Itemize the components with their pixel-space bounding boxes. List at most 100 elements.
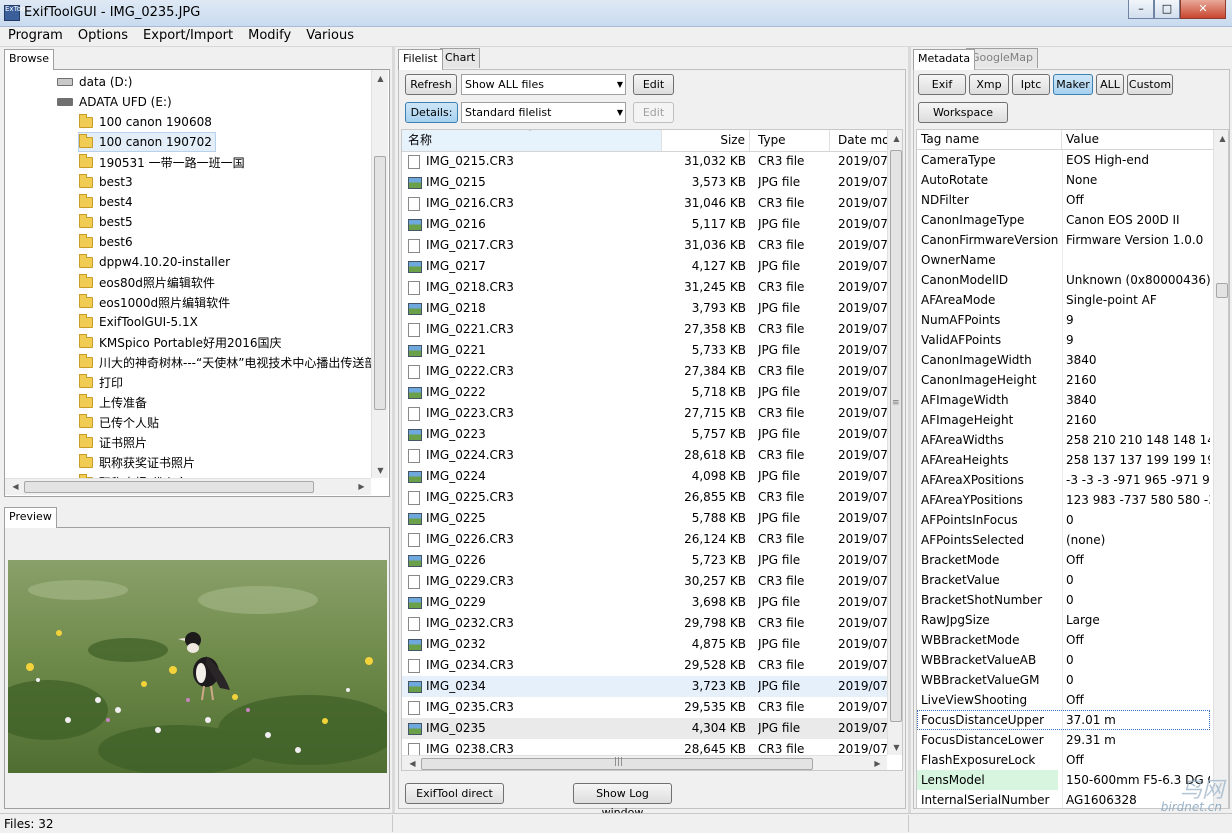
filelist-vertical-scrollbar[interactable]: ▲ ≡ ▼ bbox=[887, 130, 902, 755]
metadata-row[interactable]: FocusDistanceUpper 37.01 m bbox=[917, 710, 1210, 730]
show-log-window-button[interactable]: Show Log window bbox=[573, 783, 672, 819]
scroll-right-icon[interactable]: ▶ bbox=[353, 482, 370, 491]
maximize-button[interactable]: □ bbox=[1154, 0, 1180, 19]
tree-folder-item[interactable]: best4 bbox=[79, 192, 133, 212]
file-row[interactable]: IMG_0224.CR3 28,618 KB CR3 file 2019/07/ bbox=[402, 445, 887, 466]
scroll-down-icon[interactable]: ▼ bbox=[372, 466, 389, 475]
metadata-row[interactable]: AutoRotate None bbox=[917, 170, 1210, 190]
maker-button[interactable]: Maker bbox=[1053, 74, 1093, 95]
exiftool-direct-button[interactable]: ExifTool direct bbox=[405, 783, 504, 804]
scroll-thumb-horizontal[interactable] bbox=[24, 481, 314, 493]
browse-vertical-scrollbar[interactable]: ▲ ▼ bbox=[371, 70, 388, 478]
menu-export-import[interactable]: Export/Import bbox=[135, 27, 240, 46]
refresh-button[interactable]: Refresh bbox=[405, 74, 457, 95]
xmp-button[interactable]: Xmp bbox=[969, 74, 1009, 95]
workspace-button[interactable]: Workspace bbox=[918, 102, 1008, 123]
browse-horizontal-scrollbar[interactable]: ◀ ▶ bbox=[5, 478, 371, 495]
scroll-thumb[interactable] bbox=[374, 156, 386, 410]
metadata-row[interactable]: FlashExposureLock Off bbox=[917, 750, 1210, 770]
tree-folder-item[interactable]: 已传个人贴 bbox=[79, 412, 159, 432]
scroll-left-icon[interactable]: ◀ bbox=[7, 482, 24, 491]
tab-preview[interactable]: Preview bbox=[4, 507, 57, 528]
metadata-row[interactable]: NDFilter Off bbox=[917, 190, 1210, 210]
file-row[interactable]: IMG_0215.CR3 31,032 KB CR3 file 2019/07/ bbox=[402, 152, 887, 172]
splitter-left[interactable] bbox=[392, 47, 395, 813]
file-row[interactable]: IMG_0222.CR3 27,384 KB CR3 file 2019/07/ bbox=[402, 361, 887, 382]
file-row[interactable]: IMG_0218 3,793 KB JPG file 2019/07/ bbox=[402, 298, 887, 319]
metadata-row[interactable]: BracketShotNumber 0 bbox=[917, 590, 1210, 610]
close-button[interactable]: ✕ bbox=[1180, 0, 1226, 19]
column-tag-name[interactable]: Tag name bbox=[917, 130, 1062, 149]
filelist-horizontal-scrollbar[interactable]: ◀ ||| ▶ bbox=[402, 755, 887, 770]
tree-folder-item[interactable]: 打印 bbox=[79, 372, 123, 392]
tab-browse[interactable]: Browse bbox=[4, 49, 55, 70]
tab-filelist[interactable]: Filelist bbox=[398, 49, 443, 70]
scroll-up-icon[interactable]: ▲ bbox=[888, 134, 902, 143]
file-row[interactable]: IMG_0234.CR3 29,528 KB CR3 file 2019/07/ bbox=[402, 655, 887, 676]
file-row[interactable]: IMG_0229.CR3 30,257 KB CR3 file 2019/07/ bbox=[402, 571, 887, 592]
metadata-row[interactable]: AFAreaHeights 258 137 137 199 199 199 199 bbox=[917, 450, 1210, 470]
column-size[interactable]: Size bbox=[662, 130, 750, 151]
file-row[interactable]: IMG_0216.CR3 31,046 KB CR3 file 2019/07/ bbox=[402, 193, 887, 214]
file-row[interactable]: IMG_0221.CR3 27,358 KB CR3 file 2019/07/ bbox=[402, 319, 887, 340]
details-select[interactable]: Standard filelist ▼ bbox=[461, 102, 626, 123]
exif-button[interactable]: Exif bbox=[918, 74, 966, 95]
metadata-row[interactable]: AFPointsSelected (none) bbox=[917, 530, 1210, 550]
file-row[interactable]: IMG_0223.CR3 27,715 KB CR3 file 2019/07/ bbox=[402, 403, 887, 424]
file-row[interactable]: IMG_0215 3,573 KB JPG file 2019/07/ bbox=[402, 172, 887, 193]
metadata-row[interactable]: CanonImageType Canon EOS 200D II bbox=[917, 210, 1210, 230]
tree-folder-item[interactable]: dppw4.10.20-installer bbox=[79, 252, 230, 272]
file-row[interactable]: IMG_0235 4,304 KB JPG file 2019/07/ bbox=[402, 718, 887, 739]
metadata-row[interactable]: BracketValue 0 bbox=[917, 570, 1210, 590]
scroll-thumb[interactable] bbox=[1216, 283, 1228, 298]
scroll-left-icon[interactable]: ◀ bbox=[404, 759, 421, 768]
scroll-thumb[interactable] bbox=[890, 150, 902, 722]
metadata-row[interactable]: WBBracketValueAB 0 bbox=[917, 650, 1210, 670]
tree-folder-item[interactable]: 证书照片 bbox=[79, 432, 147, 452]
metadata-row[interactable]: ValidAFPoints 9 bbox=[917, 330, 1210, 350]
metadata-row[interactable]: BracketMode Off bbox=[917, 550, 1210, 570]
metadata-row[interactable]: AFImageWidth 3840 bbox=[917, 390, 1210, 410]
menu-options[interactable]: Options bbox=[70, 27, 135, 46]
file-row[interactable]: IMG_0232 4,875 KB JPG file 2019/07/ bbox=[402, 634, 887, 655]
details-button[interactable]: Details: bbox=[405, 102, 458, 123]
file-row[interactable]: IMG_0238.CR3 28,645 KB CR3 file 2019/07/ bbox=[402, 739, 887, 756]
tree-folder-item[interactable]: 川大的神奇树林---“天使林”电视技术中心播出传送部 bbox=[79, 352, 371, 372]
tree-folder-item[interactable]: ExifToolGUI-5.1X bbox=[79, 312, 198, 332]
metadata-row[interactable]: CameraType EOS High-end bbox=[917, 150, 1210, 170]
tab-googlemap[interactable]: GoogleMap bbox=[966, 48, 1039, 68]
iptc-button[interactable]: Iptc bbox=[1012, 74, 1050, 95]
metadata-row[interactable]: WBBracketValueGM 0 bbox=[917, 670, 1210, 690]
column-date[interactable]: Date mo bbox=[830, 130, 890, 151]
metadata-row[interactable]: OwnerName bbox=[917, 250, 1210, 270]
scroll-right-icon[interactable]: ▶ bbox=[869, 759, 886, 768]
metadata-row[interactable]: CanonImageWidth 3840 bbox=[917, 350, 1210, 370]
show-files-select[interactable]: Show ALL files ▼ bbox=[461, 74, 626, 95]
tree-folder-item[interactable]: 上传准备 bbox=[79, 392, 147, 412]
metadata-row[interactable]: AFPointsInFocus 0 bbox=[917, 510, 1210, 530]
file-row[interactable]: IMG_0216 5,117 KB JPG file 2019/07/ bbox=[402, 214, 887, 235]
all-button[interactable]: ALL bbox=[1096, 74, 1124, 95]
tree-folder-item[interactable]: best5 bbox=[79, 212, 133, 232]
metadata-row[interactable]: CanonModelID Unknown (0x80000436) bbox=[917, 270, 1210, 290]
metadata-row[interactable]: CanonFirmwareVersion Firmware Version 1.0… bbox=[917, 230, 1210, 250]
file-row[interactable]: IMG_0234 3,723 KB JPG file 2019/07/ bbox=[402, 676, 887, 697]
tree-drive-item[interactable]: data (D:) bbox=[57, 72, 133, 92]
menu-modify[interactable]: Modify bbox=[240, 27, 298, 46]
metadata-row[interactable]: WBBracketMode Off bbox=[917, 630, 1210, 650]
tree-folder-item[interactable]: 职称获奖证书照片 bbox=[79, 452, 195, 472]
scroll-up-icon[interactable]: ▲ bbox=[372, 74, 389, 83]
file-row[interactable]: IMG_0232.CR3 29,798 KB CR3 file 2019/07/ bbox=[402, 613, 887, 634]
file-row[interactable]: IMG_0223 5,757 KB JPG file 2019/07/ bbox=[402, 424, 887, 445]
column-name[interactable]: 名称 ˄ bbox=[402, 130, 662, 151]
splitter-right[interactable] bbox=[908, 47, 911, 813]
file-row[interactable]: IMG_0222 5,718 KB JPG file 2019/07/ bbox=[402, 382, 887, 403]
scroll-down-icon[interactable]: ▼ bbox=[888, 743, 902, 752]
column-type[interactable]: Type bbox=[750, 130, 830, 151]
file-row[interactable]: IMG_0217 4,127 KB JPG file 2019/07/ bbox=[402, 256, 887, 277]
metadata-row[interactable]: NumAFPoints 9 bbox=[917, 310, 1210, 330]
scroll-up-icon[interactable]: ▲ bbox=[1214, 134, 1228, 143]
metadata-row[interactable]: FocusDistanceLower 29.31 m bbox=[917, 730, 1210, 750]
metadata-row[interactable]: AFAreaXPositions -3 -3 -3 -971 965 -971 9… bbox=[917, 470, 1210, 490]
tree-folder-item[interactable]: KMSpico Portable好用2016国庆 bbox=[79, 332, 282, 352]
